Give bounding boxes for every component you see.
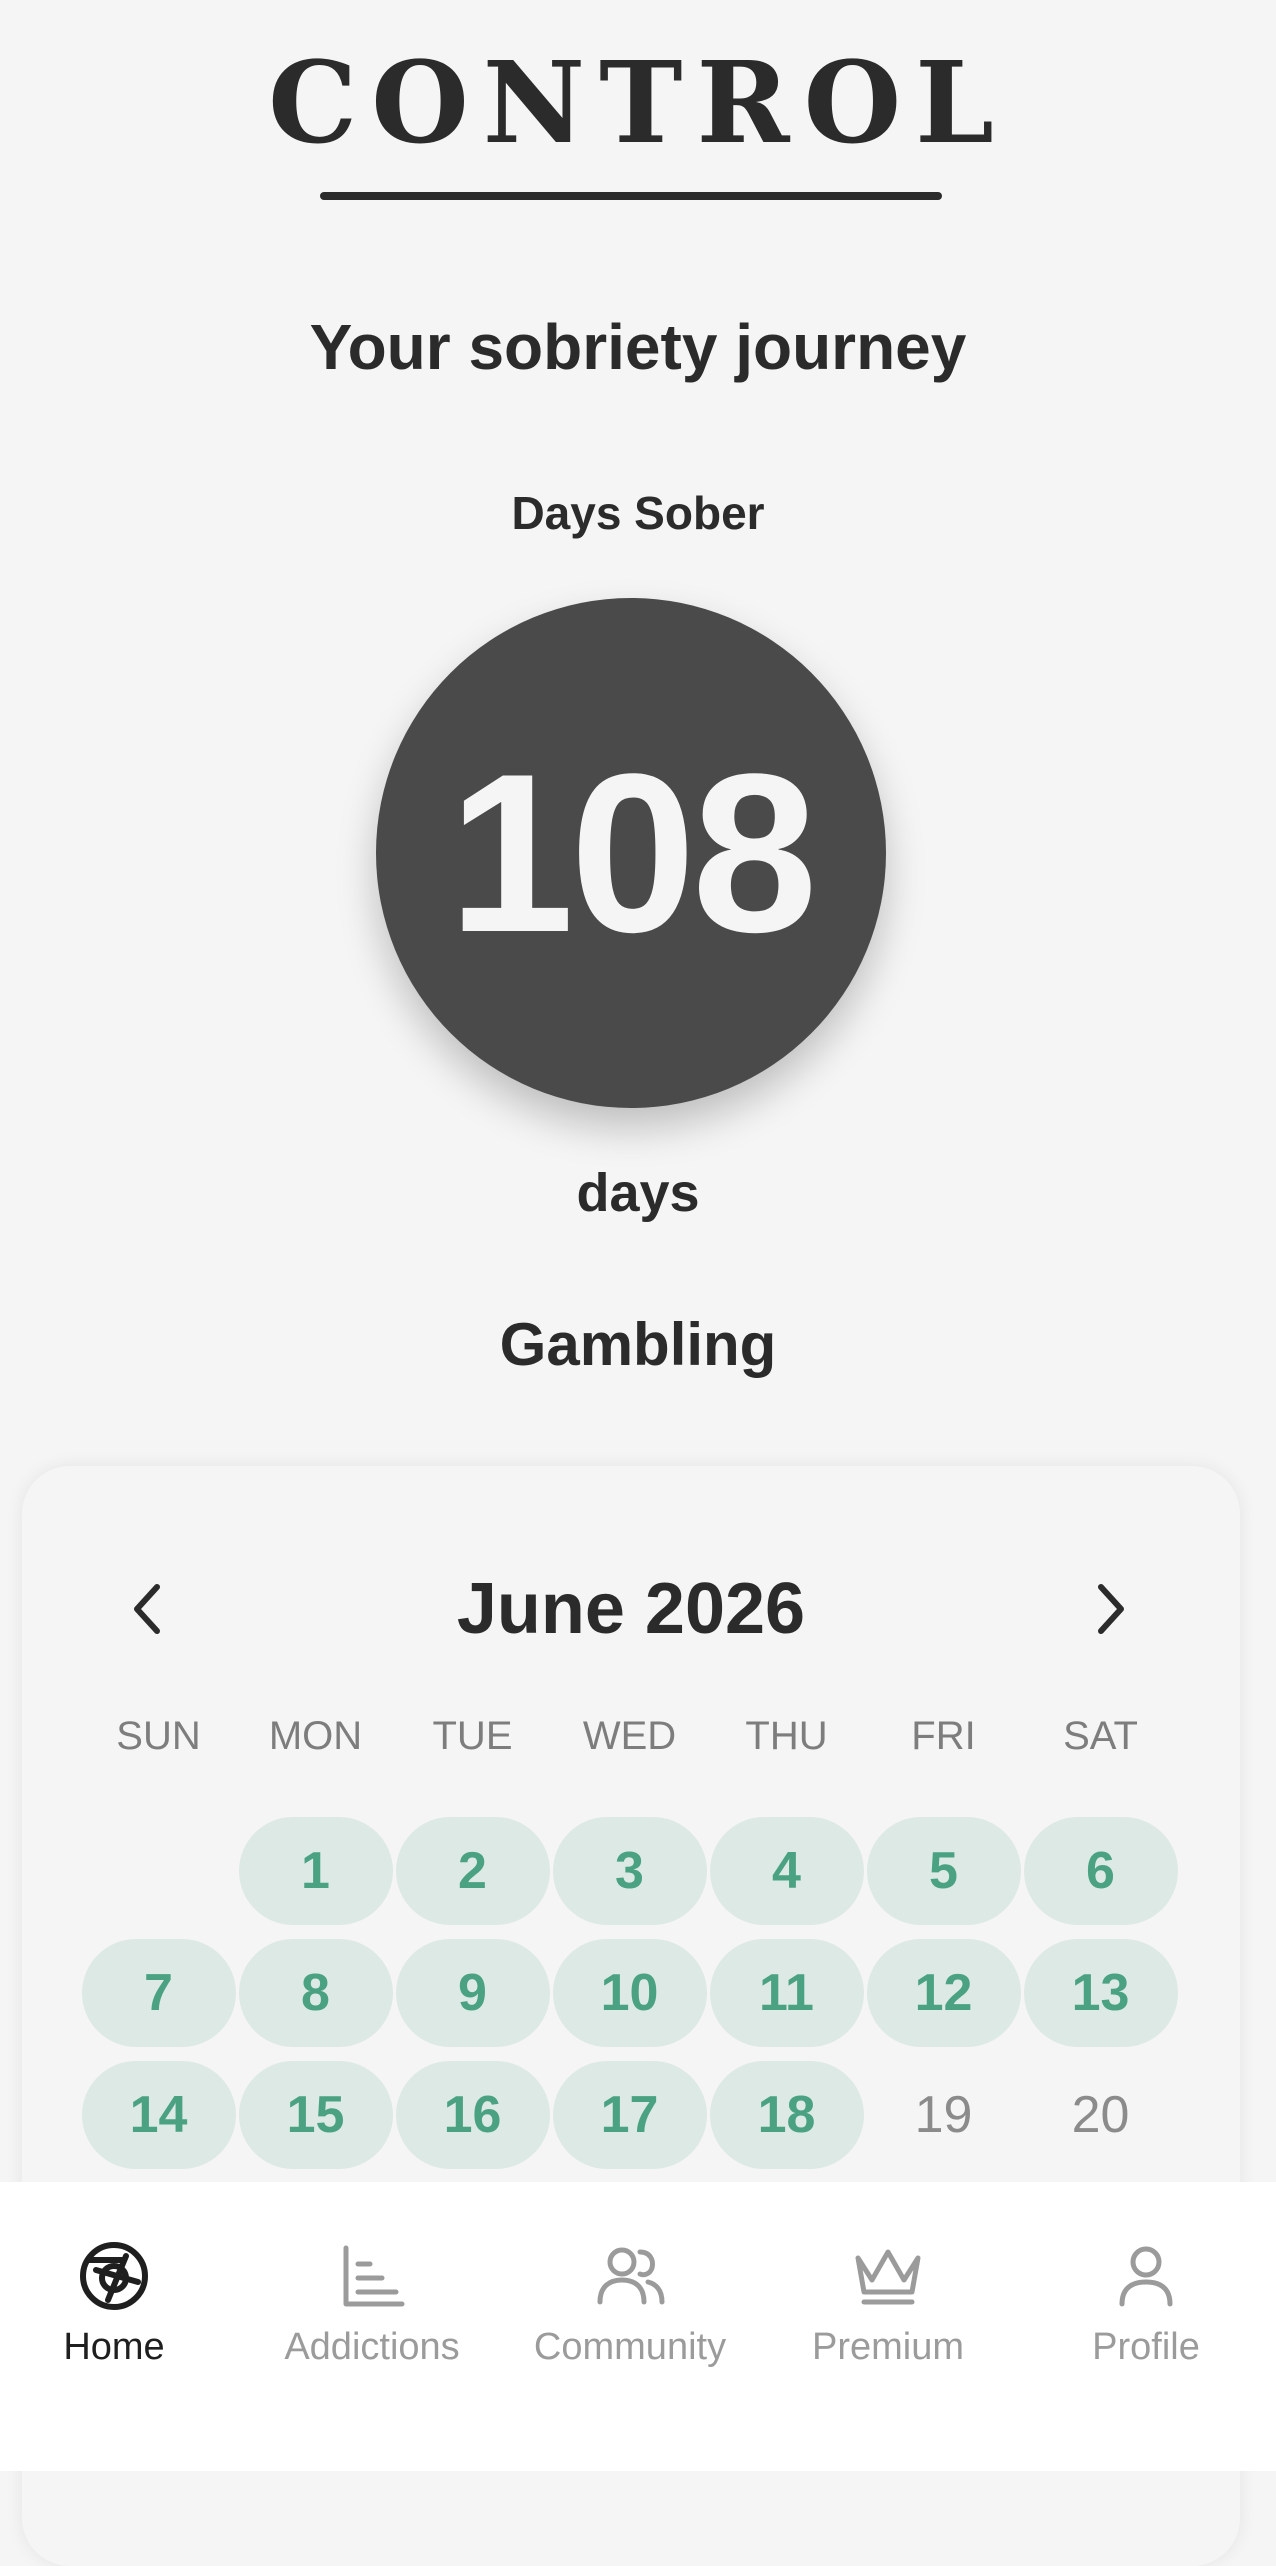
tab-home-label: Home bbox=[63, 2326, 165, 2368]
calendar-day-number: 1 bbox=[238, 1817, 393, 1925]
calendar-day-sober[interactable]: 13 bbox=[1022, 1932, 1179, 2054]
weekday-header-row: SUN MON TUE WED THU FRI SAT bbox=[80, 1714, 1180, 1759]
tab-addictions[interactable]: Addictions bbox=[247, 2238, 497, 2388]
calendar-day-number: 7 bbox=[81, 1939, 236, 2047]
home-aperture-icon bbox=[76, 2238, 152, 2314]
tab-profile[interactable]: Profile bbox=[1021, 2238, 1271, 2388]
calendar-day-number: 12 bbox=[866, 1939, 1021, 2047]
calendar-day[interactable]: 19 bbox=[865, 2054, 1022, 2176]
tab-community[interactable]: Community bbox=[505, 2238, 755, 2388]
previous-month-button[interactable] bbox=[114, 1576, 180, 1642]
calendar-day-number: 10 bbox=[552, 1939, 707, 2047]
calendar-day-sober[interactable]: 12 bbox=[865, 1932, 1022, 2054]
calendar-day-number: 3 bbox=[552, 1817, 707, 1925]
calendar-day-sober[interactable]: 16 bbox=[394, 2054, 551, 2176]
calendar-day[interactable]: 20 bbox=[1022, 2054, 1179, 2176]
tab-addictions-label: Addictions bbox=[284, 2326, 460, 2368]
calendar-day-number: 16 bbox=[395, 2061, 550, 2169]
tab-premium-label: Premium bbox=[811, 2326, 965, 2368]
users-icon bbox=[592, 2238, 668, 2314]
tab-home[interactable]: Home bbox=[0, 2238, 239, 2388]
calendar-day-number: 19 bbox=[914, 2086, 973, 2144]
tab-premium[interactable]: Premium bbox=[763, 2238, 1013, 2388]
calendar-month-title: June 2026 bbox=[456, 1569, 806, 1649]
crown-icon bbox=[850, 2238, 926, 2314]
calendar-header: June 2026 bbox=[22, 1554, 1240, 1664]
calendar-day-number: 14 bbox=[81, 2061, 236, 2169]
weekday-label: MON bbox=[268, 1714, 363, 1758]
weekday-label: THU bbox=[745, 1714, 828, 1758]
next-month-button[interactable] bbox=[1078, 1576, 1144, 1642]
bar-chart-icon bbox=[334, 2238, 410, 2314]
tab-profile-label: Profile bbox=[1092, 2326, 1200, 2368]
calendar-day-number: 4 bbox=[709, 1817, 864, 1925]
calendar-day-sober[interactable]: 15 bbox=[237, 2054, 394, 2176]
calendar-day-sober[interactable]: 1 bbox=[237, 1810, 394, 1932]
weekday-label: FRI bbox=[911, 1714, 976, 1758]
calendar-day-sober[interactable]: 8 bbox=[237, 1932, 394, 2054]
days-counter-circle: 108 bbox=[376, 598, 886, 1108]
calendar-day-number: 15 bbox=[238, 2061, 393, 2169]
calendar-day-number: 9 bbox=[395, 1939, 550, 2047]
weekday-label: SAT bbox=[1063, 1714, 1138, 1758]
calendar-day-sober[interactable]: 18 bbox=[708, 2054, 865, 2176]
days-sober-label: Days Sober bbox=[511, 487, 765, 539]
user-icon bbox=[1108, 2238, 1184, 2314]
calendar-days-grid: 1 2 3 4 5 6 7 8 9 10 11 12 13 14 15 16 17 18 19 20 bbox=[80, 1810, 1180, 2176]
calendar-blank-cell bbox=[80, 1810, 237, 1932]
calendar-day-number: 5 bbox=[866, 1817, 1021, 1925]
weekday-label: SUN bbox=[116, 1714, 201, 1758]
tab-community-label: Community bbox=[533, 2326, 727, 2368]
bottom-tab-bar: Home Addictions Community Premium Profil… bbox=[0, 2182, 1276, 2471]
calendar-day-number: 2 bbox=[395, 1817, 550, 1925]
calendar-day-sober[interactable]: 6 bbox=[1022, 1810, 1179, 1932]
calendar-day-number: 20 bbox=[1071, 2086, 1130, 2144]
calendar-day-number: 18 bbox=[709, 2061, 864, 2169]
days-unit-label: days bbox=[576, 1163, 700, 1223]
calendar-day-sober[interactable]: 14 bbox=[80, 2054, 237, 2176]
calendar-day-sober[interactable]: 17 bbox=[551, 2054, 708, 2176]
logo-underline bbox=[320, 192, 942, 200]
calendar-day-sober[interactable]: 5 bbox=[865, 1810, 1022, 1932]
calendar-day-number: 13 bbox=[1023, 1939, 1178, 2047]
calendar-day-sober[interactable]: 2 bbox=[394, 1810, 551, 1932]
chevron-right-icon bbox=[1098, 1584, 1124, 1634]
calendar-day-number: 11 bbox=[709, 1939, 864, 2047]
calendar-day-sober[interactable]: 11 bbox=[708, 1932, 865, 2054]
weekday-label: TUE bbox=[432, 1714, 513, 1758]
app-logo: CONTROL bbox=[268, 38, 1008, 169]
calendar-day-sober[interactable]: 9 bbox=[394, 1932, 551, 2054]
chevron-left-icon bbox=[134, 1584, 160, 1634]
weekday-label: WED bbox=[582, 1714, 677, 1758]
journey-heading: Your sobriety journey bbox=[309, 311, 967, 383]
home-screen: CONTROL Your sobriety journey Days Sober… bbox=[0, 0, 1276, 2566]
calendar-day-sober[interactable]: 10 bbox=[551, 1932, 708, 2054]
calendar-day-number: 8 bbox=[238, 1939, 393, 2047]
calendar-day-number: 17 bbox=[552, 2061, 707, 2169]
calendar-day-sober[interactable]: 4 bbox=[708, 1810, 865, 1932]
calendar-day-sober[interactable]: 3 bbox=[551, 1810, 708, 1932]
calendar-day-number: 6 bbox=[1023, 1817, 1178, 1925]
days-count: 108 bbox=[448, 726, 817, 979]
calendar-day-sober[interactable]: 7 bbox=[80, 1932, 237, 2054]
addiction-name: Gambling bbox=[499, 1311, 777, 1378]
